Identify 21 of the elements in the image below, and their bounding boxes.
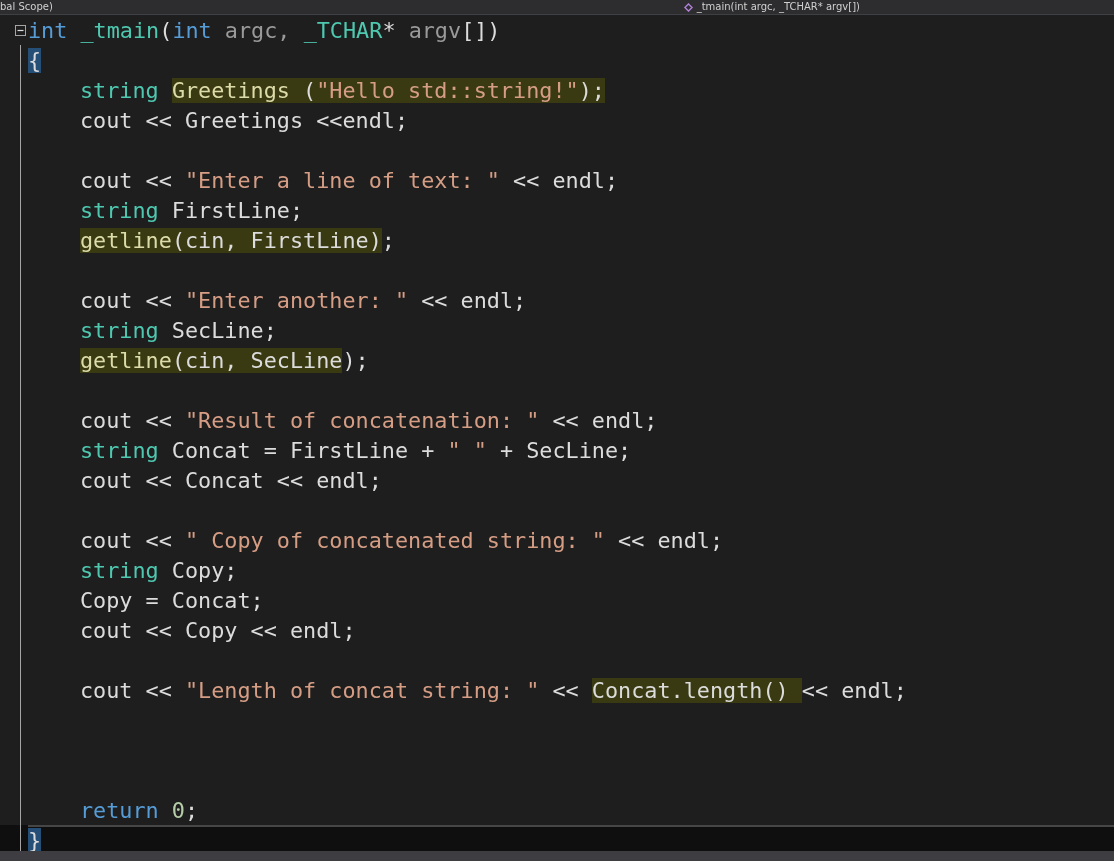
code-line: cout << "Result of concatenation: " << endl; [80,408,658,434]
collapse-icon[interactable] [15,24,26,36]
code-line: cout << Greetings <<endl; [80,108,409,134]
scope-dropdown[interactable]: bal Scope) [0,1,53,13]
code-line: cout << " Copy of concatenated string: " << endl; [80,528,724,554]
code-line: Copy = Concat; [80,588,264,614]
code-line: cout << "Enter another: " << endl; [80,288,527,314]
code-line: string FirstLine; [80,198,304,224]
code-line: string Concat = FirstLine + " " + SecLine; [80,438,632,464]
code-line: cout << Concat << endl; [80,468,382,494]
scroll-bar[interactable] [0,851,1114,861]
member-dropdown[interactable]: _tmain(int argc, _TCHAR* argv[]) [696,1,860,13]
code-line: string Copy; [80,558,238,584]
code-line: cout << Copy << endl; [80,618,356,644]
method-icon [683,2,693,12]
code-line: return 0; [80,798,199,824]
code-line: cout << "Enter a line of text: " << endl; [80,168,619,194]
code-line: int _tmain(int argc, _TCHAR* argv[]) [28,18,501,44]
code-line: string Greetings ("Hello std::string!"); [80,78,605,104]
code-line: string SecLine; [80,318,277,344]
code-line: cout << "Length of concat string: " << Concat.length() << endl; [80,678,907,704]
